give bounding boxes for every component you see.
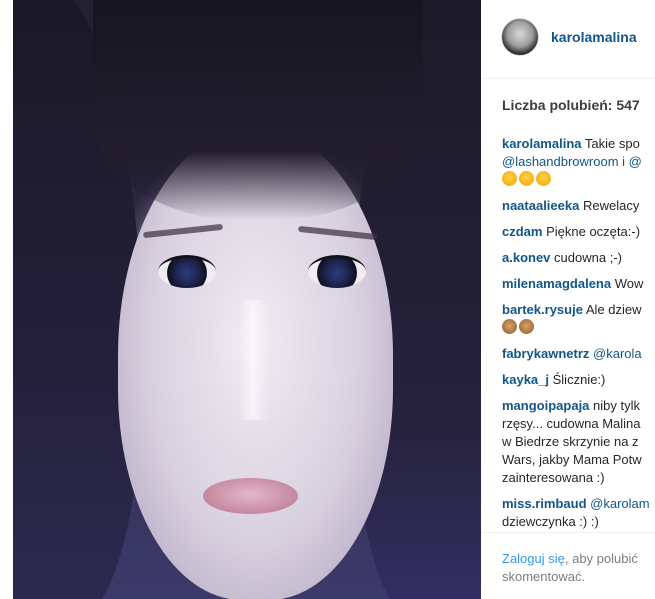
comment-item: mangoipapaja niby tylk rzęsy... cudowna … xyxy=(502,397,655,487)
comment-username[interactable]: naataalieeka xyxy=(502,198,579,213)
comment-item: fabrykawnetrz @karola xyxy=(502,345,655,363)
comment-mention[interactable]: @karola xyxy=(593,346,642,361)
comment-text: Rewelacy xyxy=(582,198,640,213)
kiss-emoji-icon xyxy=(502,171,517,186)
comment-username[interactable]: czdam xyxy=(502,224,542,239)
comment-username[interactable]: fabrykawnetrz xyxy=(502,346,589,361)
monkey-emoji-icon xyxy=(519,319,534,334)
comment-item: miss.rimbaud @karolam dziewczynka :) :) xyxy=(502,495,655,531)
comment-text: Wow xyxy=(614,276,644,291)
comment-mention[interactable]: @karolam xyxy=(590,496,649,511)
post-photo xyxy=(0,0,481,599)
comment-username[interactable]: miss.rimbaud xyxy=(502,496,587,511)
comment-text: Wars, jakby Mama Potw xyxy=(502,452,642,467)
likes-count: Liczba polubień: 547 xyxy=(502,97,640,113)
comment-username[interactable]: kayka_j xyxy=(502,372,549,387)
comment-text: rzęsy... cudowna Malina xyxy=(502,416,641,431)
comment-item: milenamagdalena Wow xyxy=(502,275,655,293)
comment-username[interactable]: mangoipapaja xyxy=(502,398,589,413)
nose xyxy=(238,300,268,420)
login-prompt-text: , aby polubić xyxy=(564,551,638,566)
comment-item: kayka_j Ślicznie:) xyxy=(502,371,655,389)
comment-item: a.konev cudowna ;-) xyxy=(502,249,655,267)
comment-text: Ale dziew xyxy=(585,302,642,317)
right-eye xyxy=(308,255,366,288)
emoji-row xyxy=(502,171,655,189)
comment-text: zainteresowana :) xyxy=(502,470,605,485)
kiss-emoji-icon xyxy=(519,171,534,186)
comment-item: czdam Piękne oczęta:-) xyxy=(502,223,655,241)
comment-text: niby tylk xyxy=(593,398,641,413)
login-link[interactable]: Zaloguj się xyxy=(502,551,565,566)
comment-username[interactable]: a.konev xyxy=(502,250,550,265)
divider xyxy=(481,532,655,533)
post-author-username[interactable]: karolamalina xyxy=(551,29,637,45)
left-eye xyxy=(158,255,216,288)
emoji-row xyxy=(502,319,655,337)
hair-bangs xyxy=(93,0,423,220)
comment-text: w Biedrze skrzynie na z xyxy=(502,434,639,449)
kiss-emoji-icon xyxy=(536,171,551,186)
comment-text: dziewczynka :) :) xyxy=(502,514,599,529)
comment-item: naataalieeka Rewelacy xyxy=(502,197,655,215)
login-prompt: Zaloguj się, aby polubić skomentować. xyxy=(502,550,655,586)
comment-mention[interactable]: @lashandbrowroom i @ xyxy=(502,154,642,169)
selfie-image xyxy=(13,0,481,599)
post-side-panel: karolamalina Liczba polubień: 547 karola… xyxy=(481,0,655,599)
post-header: karolamalina xyxy=(481,0,655,79)
comment-username[interactable]: milenamagdalena xyxy=(502,276,611,291)
comment-text: Takie spo xyxy=(584,136,640,151)
comment-text: cudowna ;-) xyxy=(554,250,622,265)
comment-item: karolamalina Takie spo @lashandbrowroom … xyxy=(502,135,655,189)
lips xyxy=(203,478,298,514)
avatar[interactable] xyxy=(501,18,539,56)
login-prompt-text-2: skomentować. xyxy=(502,569,586,584)
monkey-emoji-icon xyxy=(502,319,517,334)
comment-item: bartek.rysuje Ale dziew xyxy=(502,301,655,337)
comment-list: karolamalina Takie spo @lashandbrowroom … xyxy=(502,135,655,531)
comment-username[interactable]: karolamalina xyxy=(502,136,582,151)
comment-text: Ślicznie:) xyxy=(552,372,606,387)
comment-username[interactable]: bartek.rysuje xyxy=(502,302,583,317)
comment-text: Piękne oczęta:-) xyxy=(546,224,641,239)
